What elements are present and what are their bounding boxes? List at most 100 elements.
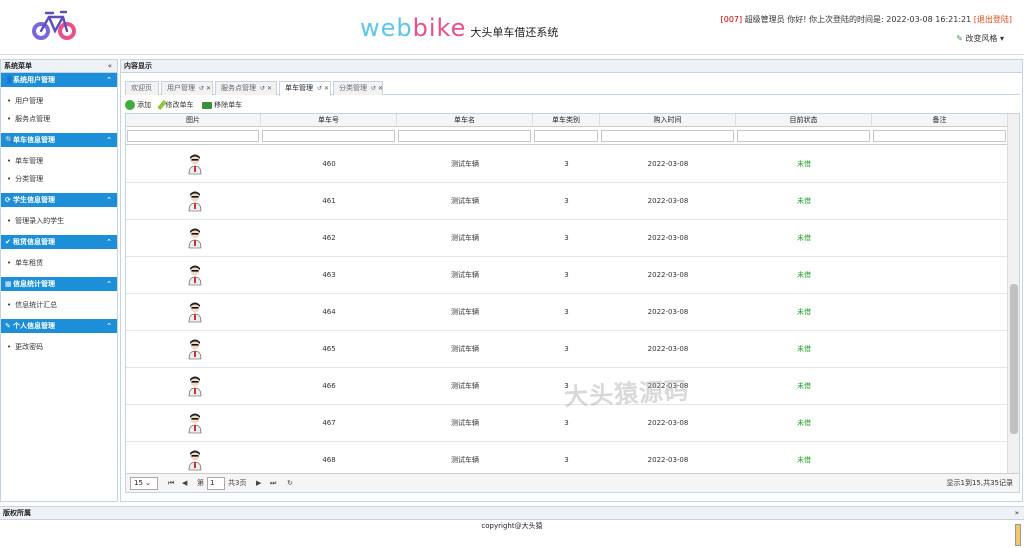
close-tab-icon[interactable]: ✕ — [324, 85, 329, 92]
table-row[interactable]: 465 测试车辆 3 2022-03-08 未借 — [126, 331, 1008, 368]
sidebar-item[interactable]: 信息统计汇总 — [7, 296, 117, 314]
close-tab-icon[interactable]: ✕ — [378, 85, 383, 92]
menu-group-header[interactable]: ▦信息统计管理 ⌃ — [1, 277, 117, 291]
table-row[interactable]: 460 测试车辆 3 2022-03-08 未借 — [126, 146, 1008, 183]
next-page-icon[interactable]: ▶ — [256, 478, 261, 489]
table-cell: 2022-03-08 — [647, 419, 689, 427]
bike-image-cell — [126, 368, 261, 405]
tab-item[interactable]: 分类管理 ↺ ✕ — [333, 81, 383, 95]
sidebar-item[interactable]: 服务点管理 — [7, 110, 117, 128]
column-header[interactable]: 单车名 — [397, 114, 533, 127]
watermark: 大头猿源码 — [563, 376, 690, 412]
tab-item[interactable]: 服务点管理 ↺ ✕ — [215, 81, 277, 95]
refresh-tab-icon[interactable]: ↺ — [258, 85, 265, 92]
total-pages: 共3页 — [228, 479, 247, 487]
collapse-up-icon[interactable]: ⌃ — [106, 73, 112, 87]
bike-image-cell — [126, 183, 261, 220]
first-page-icon[interactable]: ⏮ — [168, 478, 174, 489]
filter-input[interactable] — [737, 130, 870, 142]
collapse-up-icon[interactable]: ⌃ — [106, 319, 112, 333]
table-cell — [872, 442, 1008, 474]
refresh-tab-icon[interactable]: ↺ — [369, 85, 376, 92]
vertical-scrollbar[interactable] — [1007, 114, 1019, 474]
table-row[interactable]: 461 测试车辆 3 2022-03-08 未借 — [126, 183, 1008, 220]
close-tab-icon[interactable]: ✕ — [267, 85, 272, 92]
change-theme-button[interactable]: ✎ 改变风格 ▾ — [956, 33, 1004, 44]
collapse-left-icon[interactable]: « — [108, 60, 112, 73]
menu-group: ✔租赁信息管理 ⌃ 单车租赁 — [1, 235, 117, 277]
user-icon: 👤 — [5, 76, 14, 84]
sidebar-item[interactable]: 管理录入的学生 — [7, 212, 117, 230]
collapse-up-icon[interactable]: ⌃ — [106, 133, 112, 147]
column-header[interactable]: 单车号 — [261, 114, 397, 127]
filter-input[interactable] — [601, 130, 734, 142]
table-cell — [872, 294, 1008, 331]
filter-input[interactable] — [534, 130, 598, 142]
add-button[interactable]: 添加 — [125, 98, 151, 112]
filter-row — [126, 127, 1008, 145]
table-cell: 2022-03-08 — [647, 308, 689, 316]
menu-group-header[interactable]: ✎ 个人信息管理 ⌃ — [1, 319, 117, 333]
filter-input[interactable] — [398, 130, 531, 142]
sidebar-item[interactable]: 单车租赁 — [7, 254, 117, 272]
sidebar-item[interactable]: 更改密码 — [7, 338, 117, 356]
pagination: 15 ⌄ ⏮ ◀ 第 1 共3页 ▶ ⏭ ↻ 显示1到15,共35记录 — [126, 473, 1019, 492]
table-cell: 466 — [322, 382, 336, 390]
sidebar-item[interactable]: 用户管理 — [7, 92, 117, 110]
column-header[interactable]: 目前状态 — [736, 114, 872, 127]
system-subtitle: 大头单车借还系统 — [470, 26, 559, 39]
table-cell: 3 — [564, 234, 569, 242]
menu-group-header[interactable]: ⟳ 学生信息管理 ⌃ — [1, 193, 117, 207]
scrollbar-thumb[interactable] — [1010, 284, 1018, 434]
filter-input[interactable] — [127, 130, 259, 142]
tab-item[interactable]: 单车管理 ↺ ✕ — [279, 81, 331, 96]
close-tab-icon[interactable]: ✕ — [206, 85, 211, 92]
sidebar-item[interactable]: 分类管理 — [7, 170, 117, 188]
table-body: 460 测试车辆 3 2022-03-08 未借 461 测试车辆 3 2022-03-08 未借… — [126, 145, 1008, 474]
refresh-tab-icon[interactable]: ↺ — [315, 85, 322, 92]
edit-bike-button[interactable]: 修改单车 — [156, 98, 194, 112]
collapse-up-icon[interactable]: ⌃ — [106, 193, 112, 207]
table-row[interactable]: 468 测试车辆 3 2022-03-08 未借 — [126, 442, 1008, 474]
page-input[interactable]: 1 — [207, 477, 225, 490]
column-header[interactable]: 单车类别 — [533, 114, 600, 127]
bike-image-cell — [126, 405, 261, 442]
column-header[interactable]: 备注 — [872, 114, 1008, 127]
refresh-tab-icon[interactable]: ↺ — [197, 85, 204, 92]
collapse-up-icon[interactable]: ⌃ — [106, 277, 112, 291]
column-header[interactable]: 购入时间 — [600, 114, 736, 127]
filter-input[interactable] — [262, 130, 395, 142]
last-page-icon[interactable]: ⏭ — [270, 478, 276, 489]
menu-group: 👤系统用户管理⌃ 用户管理服务点管理 — [1, 73, 117, 133]
table-row[interactable]: 463 测试车辆 3 2022-03-08 未借 — [126, 257, 1008, 294]
tab-label: 用户管理 — [167, 84, 195, 92]
filter-input[interactable] — [873, 130, 1006, 142]
menu-group-header[interactable]: ✔ 租赁信息管理 ⌃ — [1, 235, 117, 249]
column-header[interactable]: 图片 — [126, 114, 261, 127]
refresh-icon[interactable]: ↻ — [287, 478, 293, 489]
remove-bike-button[interactable]: 移除单车 — [202, 98, 242, 112]
table-cell: 2022-03-08 — [647, 197, 689, 205]
sidebar: 系统菜单« 👤系统用户管理⌃用户管理服务点管理🔍单车信息管理⌃单车管理分类管理⟳… — [0, 59, 118, 502]
tab-item[interactable]: 用户管理 ↺ ✕ — [161, 81, 213, 95]
table-cell: 未借 — [797, 456, 811, 464]
collapse-up-icon[interactable]: ⌃ — [106, 235, 112, 249]
menu-group-header[interactable]: 🔍单车信息管理 ⌃ — [1, 133, 117, 147]
table-cell: 测试车辆 — [451, 234, 479, 242]
resize-handle[interactable] — [1015, 524, 1021, 546]
table-cell: 3 — [564, 271, 569, 279]
menu-list: 信息统计汇总 — [1, 291, 117, 319]
table-cell — [872, 183, 1008, 220]
table-header: 图片 单车号 单车名 单车类别 购入时间 目前状态 备注 — [126, 114, 1008, 127]
menu-group-header[interactable]: 👤系统用户管理 ⌃ — [1, 73, 117, 87]
page-size-select[interactable]: 15 ⌄ — [130, 477, 158, 490]
pencil-icon: ✎ — [5, 322, 11, 330]
table-row[interactable]: 464 测试车辆 3 2022-03-08 未借 — [126, 294, 1008, 331]
table-row[interactable]: 462 测试车辆 3 2022-03-08 未借 — [126, 220, 1008, 257]
prev-page-icon[interactable]: ◀ — [182, 478, 187, 489]
menu-group: ✎个人信息管理 ⌃ 更改密码 — [1, 319, 117, 361]
sidebar-item[interactable]: 单车管理 — [7, 152, 117, 170]
collapse-down-icon[interactable]: » — [1015, 507, 1019, 520]
tab-item[interactable]: 欢迎页 — [125, 81, 159, 95]
logout-link[interactable]: [退出登陆] — [974, 15, 1012, 24]
